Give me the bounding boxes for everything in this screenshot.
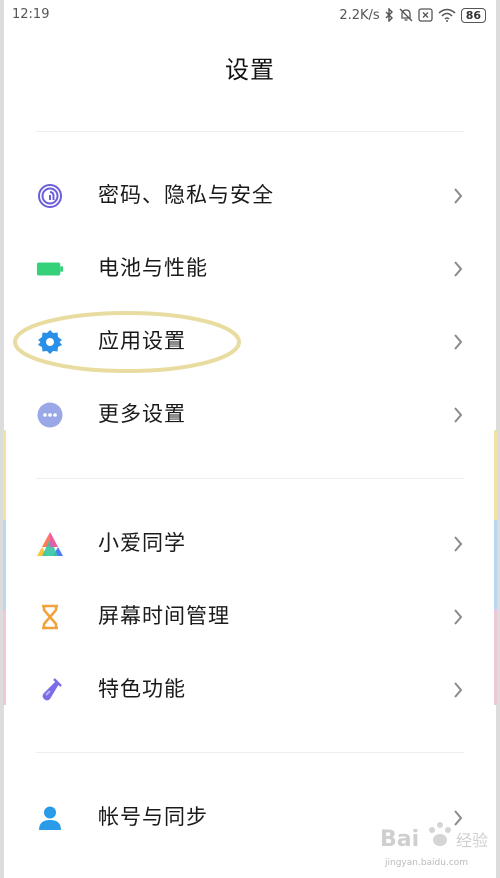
more-dots-icon bbox=[36, 401, 64, 429]
person-icon bbox=[36, 804, 64, 832]
settings-item-label: 屏幕时间管理 bbox=[98, 604, 230, 628]
highlight-ellipse-annotation bbox=[13, 311, 241, 373]
settings-item-battery-performance[interactable]: 电池与性能 bbox=[0, 239, 500, 299]
bluetooth-icon bbox=[385, 8, 394, 22]
settings-item-label: 密码、隐私与安全 bbox=[98, 183, 274, 207]
settings-item-label: 更多设置 bbox=[98, 402, 186, 426]
battery-icon: 86 bbox=[460, 7, 486, 23]
chevron-right-icon bbox=[452, 259, 464, 279]
test-tube-icon bbox=[36, 676, 64, 704]
status-icons: 2.2K/s 86 bbox=[339, 5, 486, 25]
section-divider bbox=[36, 131, 464, 132]
settings-item-more-settings[interactable]: 更多设置 bbox=[0, 385, 500, 445]
fingerprint-icon bbox=[36, 182, 64, 210]
svg-text:经验: 经验 bbox=[456, 831, 488, 850]
sim-x-icon bbox=[418, 8, 433, 22]
settings-item-privacy-security[interactable]: 密码、隐私与安全 bbox=[0, 166, 500, 226]
svg-text:Bai: Bai bbox=[380, 827, 419, 852]
settings-item-screen-time[interactable]: 屏幕时间管理 bbox=[0, 587, 500, 647]
page-title: 设置 bbox=[225, 56, 275, 84]
settings-item-special-features[interactable]: 特色功能 bbox=[0, 660, 500, 720]
network-speed: 2.2K/s bbox=[339, 7, 380, 23]
watermark-url: jingyan.baidu.com bbox=[385, 858, 469, 868]
section-divider bbox=[36, 478, 464, 479]
status-time: 12:19 bbox=[12, 7, 50, 22]
xiaoai-icon bbox=[36, 530, 64, 558]
wifi-icon bbox=[438, 8, 456, 22]
chevron-right-icon bbox=[452, 186, 464, 206]
settings-item-label: 帐号与同步 bbox=[98, 805, 208, 829]
section-divider bbox=[36, 752, 464, 753]
mute-icon bbox=[399, 8, 413, 22]
chevron-right-icon bbox=[452, 534, 464, 554]
settings-item-xiaoai[interactable]: 小爱同学 bbox=[0, 514, 500, 574]
chevron-right-icon bbox=[452, 680, 464, 700]
settings-item-label: 小爱同学 bbox=[98, 531, 186, 555]
battery-icon bbox=[36, 255, 64, 283]
chevron-right-icon bbox=[452, 607, 464, 627]
chevron-right-icon bbox=[452, 405, 464, 425]
settings-item-label: 电池与性能 bbox=[98, 256, 208, 280]
chevron-right-icon bbox=[452, 332, 464, 352]
hourglass-icon bbox=[36, 603, 64, 631]
settings-item-label: 特色功能 bbox=[98, 677, 186, 701]
status-bar: 12:19 2.2K/s 86 bbox=[0, 0, 500, 30]
